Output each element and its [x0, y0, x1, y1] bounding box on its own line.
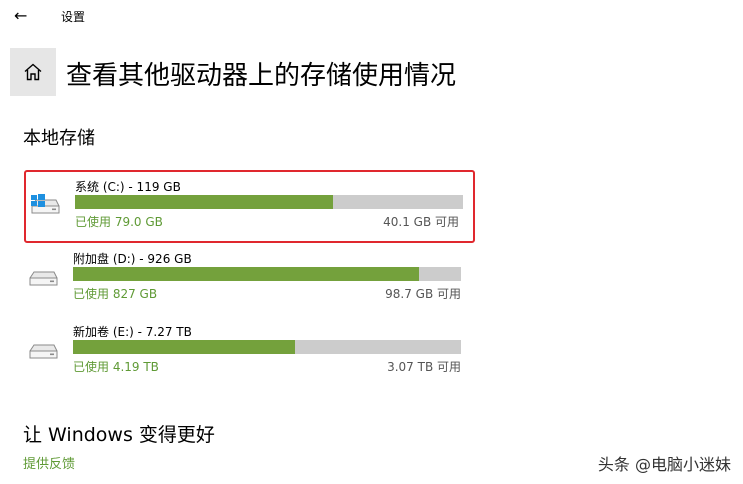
usage-bar [73, 340, 461, 354]
watermark: 头条 @电脑小迷妹 [597, 455, 731, 474]
drive-name: 附加盘 (D:) - 926 GB [73, 252, 192, 266]
improve-windows-heading: 让 Windows 变得更好 [23, 424, 215, 446]
drive-name: 新加卷 (E:) - 7.27 TB [73, 325, 192, 339]
usage-bar [75, 195, 463, 209]
usage-bar [73, 267, 461, 281]
used-space: 已使用 4.19 TB [73, 360, 159, 374]
drive-icon [29, 344, 58, 359]
usage-bar-fill [73, 340, 295, 354]
used-space: 已使用 827 GB [73, 287, 158, 301]
usage-bar-fill [75, 195, 333, 209]
drive-item-c[interactable]: 系统 (C:) - 119 GB 已使用 79.0 GB 40.1 GB 可用 [24, 170, 475, 243]
home-icon [24, 63, 42, 81]
used-space: 已使用 79.0 GB [75, 215, 163, 229]
drive-icon [29, 271, 58, 286]
free-space: 40.1 GB 可用 [383, 215, 459, 229]
usage-bar-fill [73, 267, 420, 281]
home-button[interactable] [10, 48, 56, 96]
drive-item-d[interactable]: 附加盘 (D:) - 926 GB 已使用 827 GB 98.7 GB 可用 [24, 244, 475, 317]
page-title: 查看其他驱动器上的存储使用情况 [66, 61, 457, 91]
drive-item-e[interactable]: 新加卷 (E:) - 7.27 TB 已使用 4.19 TB 3.07 TB 可… [24, 317, 475, 390]
feedback-link[interactable]: 提供反馈 [23, 453, 75, 472]
local-storage-heading: 本地存储 [23, 128, 95, 149]
app-title: 设置 [61, 10, 86, 24]
free-space: 98.7 GB 可用 [385, 287, 461, 301]
back-arrow-icon[interactable]: ← [14, 6, 34, 26]
windows-drive-icon [31, 194, 60, 214]
drive-name: 系统 (C:) - 119 GB [75, 180, 181, 194]
free-space: 3.07 TB 可用 [387, 360, 461, 374]
